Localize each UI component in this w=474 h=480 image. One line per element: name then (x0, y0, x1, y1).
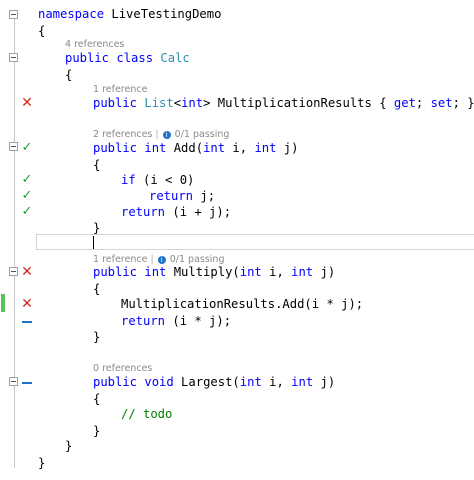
keyword: int (239, 265, 262, 279)
code-line[interactable]: } (0, 328, 474, 346)
info-icon: i (162, 131, 171, 139)
keyword: set (430, 96, 453, 110)
namespace-name: LiveTestingDemo (104, 7, 222, 21)
keyword: get (393, 96, 416, 110)
brace: } (93, 330, 101, 344)
keyword: return (149, 189, 194, 203)
brace: } (38, 456, 46, 470)
code-line[interactable]: public int Multiply(int i, int j) (0, 263, 474, 281)
type-name: List (144, 96, 174, 110)
code-text: i, (261, 265, 292, 279)
class-name: Calc (160, 51, 190, 65)
keyword: return (121, 314, 166, 328)
punct: ; } (452, 96, 474, 110)
code-line[interactable]: // todo (0, 405, 474, 423)
code-line[interactable]: { (0, 22, 474, 40)
brace: } (93, 221, 101, 235)
code-line[interactable]: public class Calc (0, 49, 474, 67)
code-text: i, (261, 375, 292, 389)
code-line[interactable]: } (0, 219, 474, 237)
punct: < (173, 96, 182, 110)
code-text: j) (313, 265, 336, 279)
keyword: int (181, 96, 204, 110)
keyword: return (121, 205, 166, 219)
code-line[interactable]: public void Largest(int i, int j) (0, 373, 474, 391)
code-text: j) (276, 141, 299, 155)
code-text: Largest( (173, 375, 240, 389)
punct: ; (415, 96, 431, 110)
code-text: i, (225, 141, 255, 155)
keyword: int (203, 141, 226, 155)
code-text: (i + j); (165, 205, 232, 219)
keyword: public void (93, 375, 174, 389)
keyword: public class (65, 51, 154, 65)
keyword: int (254, 141, 277, 155)
brace: } (65, 439, 73, 453)
brace: { (38, 24, 46, 38)
keyword: int (239, 375, 262, 389)
text-caret (93, 236, 94, 249)
keyword: namespace (38, 7, 105, 21)
code-text: (i * j); (165, 314, 232, 328)
code-text: j) (313, 375, 336, 389)
keyword: public (93, 96, 138, 110)
code-text: Add( (166, 141, 204, 155)
code-line[interactable]: } (0, 454, 474, 472)
code-line[interactable]: public List<int> MultiplicationResults {… (0, 94, 474, 112)
keyword: int (291, 375, 314, 389)
code-text: j; (193, 189, 216, 203)
keyword: public int (93, 265, 167, 279)
brace: { (65, 68, 73, 82)
code-text: MultiplicationResults.Add(i * j); (121, 297, 364, 311)
code-line[interactable]: namespace LiveTestingDemo (0, 5, 474, 23)
code-line[interactable]: MultiplicationResults.Add(i * j); (0, 295, 474, 313)
keyword: public int (93, 141, 167, 155)
comment: // todo (121, 407, 173, 421)
code-text: (i < 0) (135, 173, 195, 187)
code-line[interactable]: { (0, 66, 474, 84)
keyword: if (121, 173, 136, 187)
code-text: > MultiplicationResults { (203, 96, 394, 110)
code-text: Multiply( (166, 265, 240, 279)
code-editor[interactable]: ✕ ✓ ✓ ✓ ✓ ✕ ✕ namespace LiveTestingDemo … (0, 0, 474, 480)
keyword: int (291, 265, 314, 279)
code-line[interactable]: public int Add(int i, int j) (0, 139, 474, 157)
code-line[interactable]: } (0, 437, 474, 455)
